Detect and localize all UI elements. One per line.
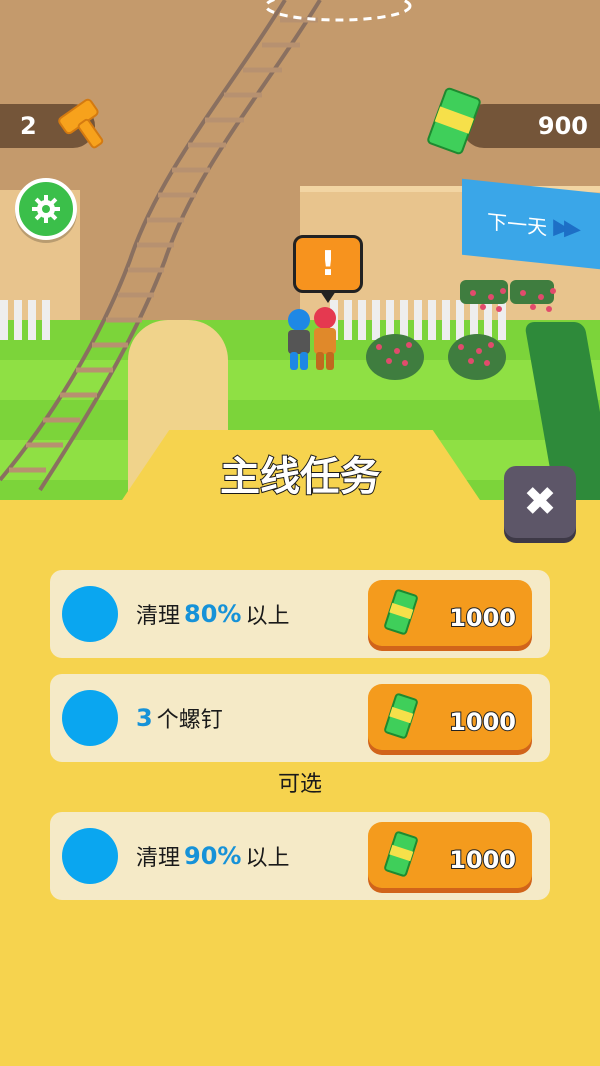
flower-bush <box>448 334 506 380</box>
task-label: 清理 90% 以上 <box>136 812 289 900</box>
flower-planter <box>510 280 554 304</box>
alert-bubble: ! <box>293 235 363 303</box>
task-prefix: 清理 <box>136 846 181 871</box>
task-suffix: 个螺钉 <box>156 708 223 733</box>
close-icon: ✖ <box>523 479 557 525</box>
task-suffix: 以上 <box>245 604 290 629</box>
reward-button[interactable]: 1000 <box>368 822 532 888</box>
alert-mark: ! <box>320 244 336 284</box>
next-day-label: 下一天 <box>487 208 548 240</box>
cash-icon <box>384 693 418 739</box>
task-highlight: 80% <box>184 600 242 628</box>
next-day-button[interactable]: 下一天 ▶▶ <box>462 178 600 270</box>
cash-icon <box>384 831 418 877</box>
optional-section-label: 可选 <box>277 772 322 797</box>
cash-stack-icon <box>427 87 481 155</box>
reward-amount: 1000 <box>448 845 517 875</box>
task-row: 清理 80% 以上 1000 <box>50 570 550 658</box>
task-prefix: 清理 <box>136 604 181 629</box>
task-highlight: 90% <box>184 842 242 870</box>
task-status-dot <box>62 586 118 642</box>
task-row: 清理 90% 以上 1000 <box>50 812 550 900</box>
worker-character-red <box>314 307 336 370</box>
bolt-icon <box>58 98 104 149</box>
reward-amount: 1000 <box>448 603 517 633</box>
fence-left <box>0 300 50 340</box>
task-label: 3 个螺钉 <box>136 674 223 762</box>
bolt-count: 2 <box>20 112 37 140</box>
cash-amount: 900 <box>537 112 588 140</box>
task-status-dot <box>62 828 118 884</box>
task-suffix: 以上 <box>245 846 290 871</box>
task-label: 清理 80% 以上 <box>136 570 289 658</box>
task-highlight: 3 <box>136 704 153 732</box>
reward-amount: 1000 <box>448 707 517 737</box>
flower-planter <box>460 280 508 304</box>
settings-button[interactable] <box>15 178 77 240</box>
close-button[interactable]: ✖ <box>504 466 576 538</box>
task-row: 3 个螺钉 1000 <box>50 674 550 762</box>
reward-button[interactable]: 1000 <box>368 684 532 750</box>
gear-icon <box>32 195 60 223</box>
cash-icon <box>384 589 418 635</box>
fast-forward-icon: ▶▶ <box>553 213 575 242</box>
reward-button[interactable]: 1000 <box>368 580 532 646</box>
flower-bush <box>366 334 424 380</box>
task-status-dot <box>62 690 118 746</box>
